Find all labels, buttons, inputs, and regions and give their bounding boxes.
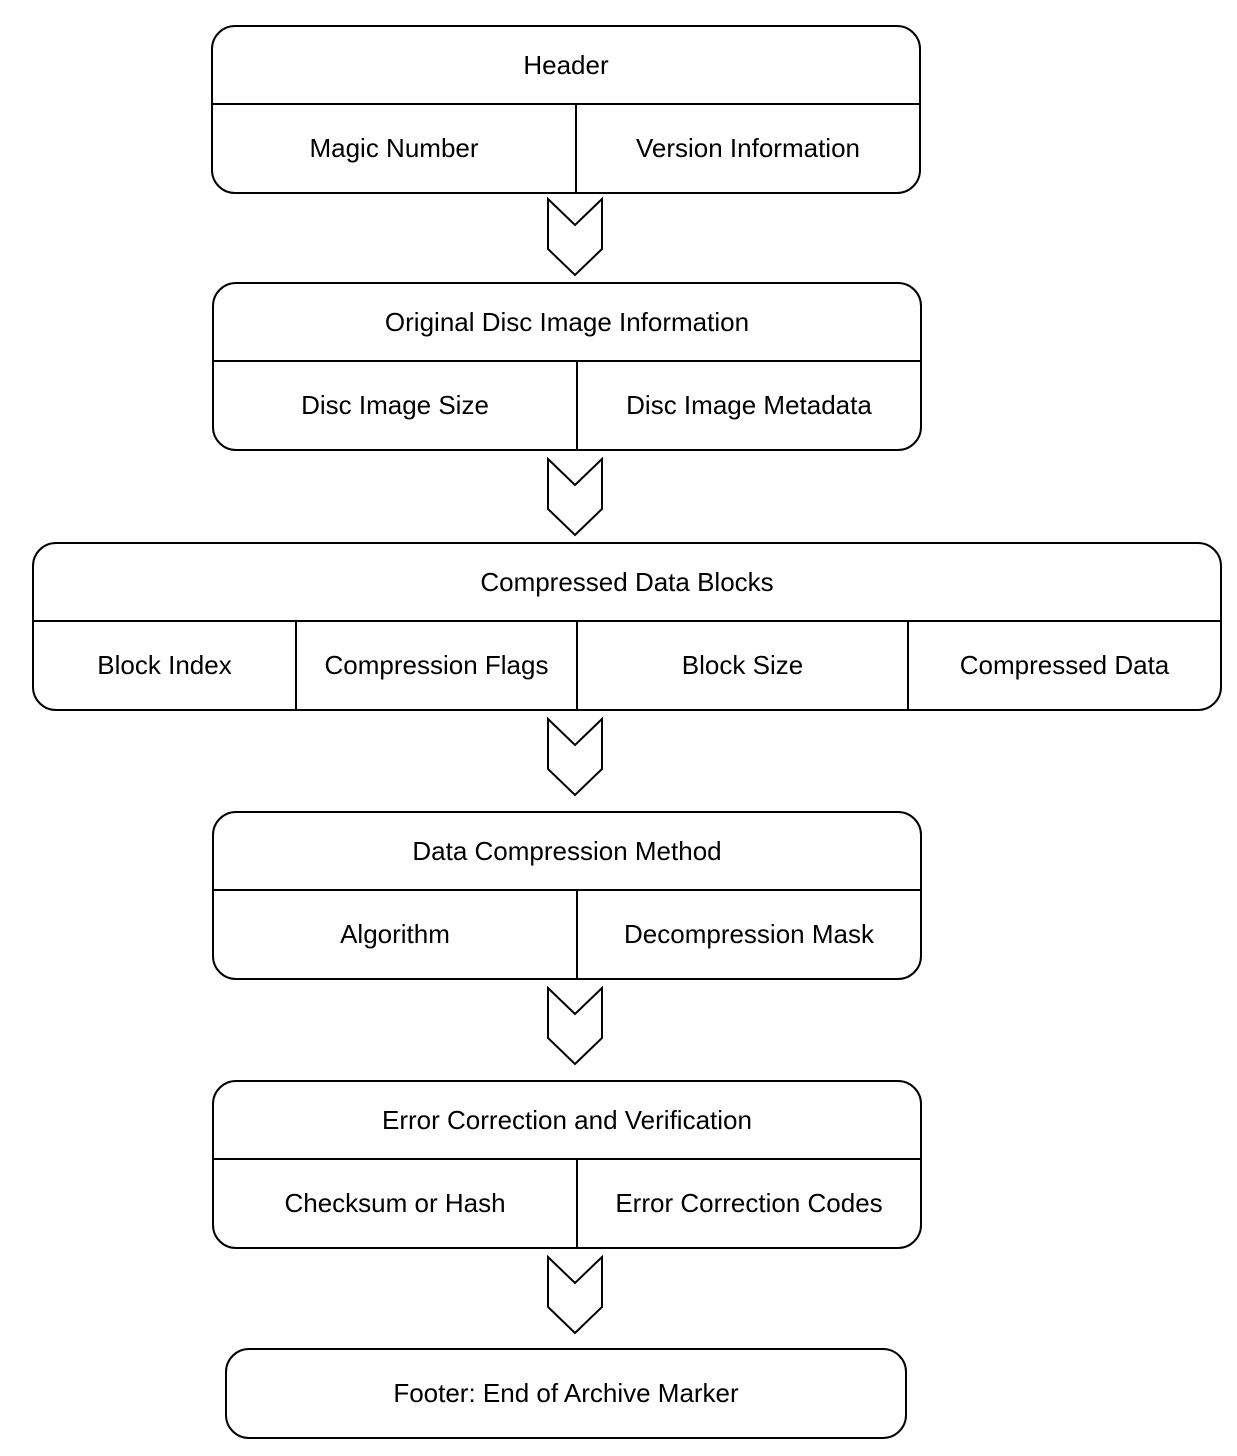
section-compressed-data-blocks: Compressed Data Blocks Block Index Compr… bbox=[32, 542, 1222, 711]
field-algorithm: Algorithm bbox=[340, 919, 450, 949]
chevron-down-arrow-icon bbox=[547, 197, 603, 277]
section-data-compression-method: Data Compression Method Algorithm Decomp… bbox=[212, 811, 922, 980]
section-title: Error Correction and Verification bbox=[214, 1082, 920, 1160]
chevron-down-arrow-icon bbox=[547, 457, 603, 537]
section-footer: Footer: End of Archive Marker bbox=[225, 1348, 907, 1439]
section-header: Header Magic Number Version Information bbox=[211, 25, 921, 194]
field-block-index: Block Index bbox=[97, 650, 232, 680]
section-title: Original Disc Image Information bbox=[214, 284, 920, 362]
section-original-disc-image-information: Original Disc Image Information Disc Ima… bbox=[212, 282, 922, 451]
section-title: Header bbox=[213, 27, 919, 105]
field-block-size: Block Size bbox=[576, 622, 907, 709]
field-magic-number: Magic Number bbox=[309, 133, 479, 163]
field-disc-image-metadata: Disc Image Metadata bbox=[576, 362, 920, 449]
section-title: Compressed Data Blocks bbox=[34, 544, 1220, 622]
field-error-correction-codes: Error Correction Codes bbox=[576, 1160, 920, 1247]
field-compression-flags: Compression Flags bbox=[295, 622, 576, 709]
field-compressed-data: Compressed Data bbox=[907, 622, 1220, 709]
field-version-information: Version Information bbox=[575, 105, 919, 192]
field-decompression-mask: Decompression Mask bbox=[576, 891, 920, 978]
section-title: Data Compression Method bbox=[214, 813, 920, 891]
chevron-down-arrow-icon bbox=[547, 717, 603, 797]
field-checksum-or-hash: Checksum or Hash bbox=[284, 1188, 506, 1218]
footer-title: Footer: End of Archive Marker bbox=[393, 1378, 739, 1408]
chevron-down-arrow-icon bbox=[547, 986, 603, 1066]
field-disc-image-size: Disc Image Size bbox=[301, 390, 489, 420]
chevron-down-arrow-icon bbox=[547, 1255, 603, 1335]
section-error-correction-and-verification: Error Correction and Verification Checks… bbox=[212, 1080, 922, 1249]
